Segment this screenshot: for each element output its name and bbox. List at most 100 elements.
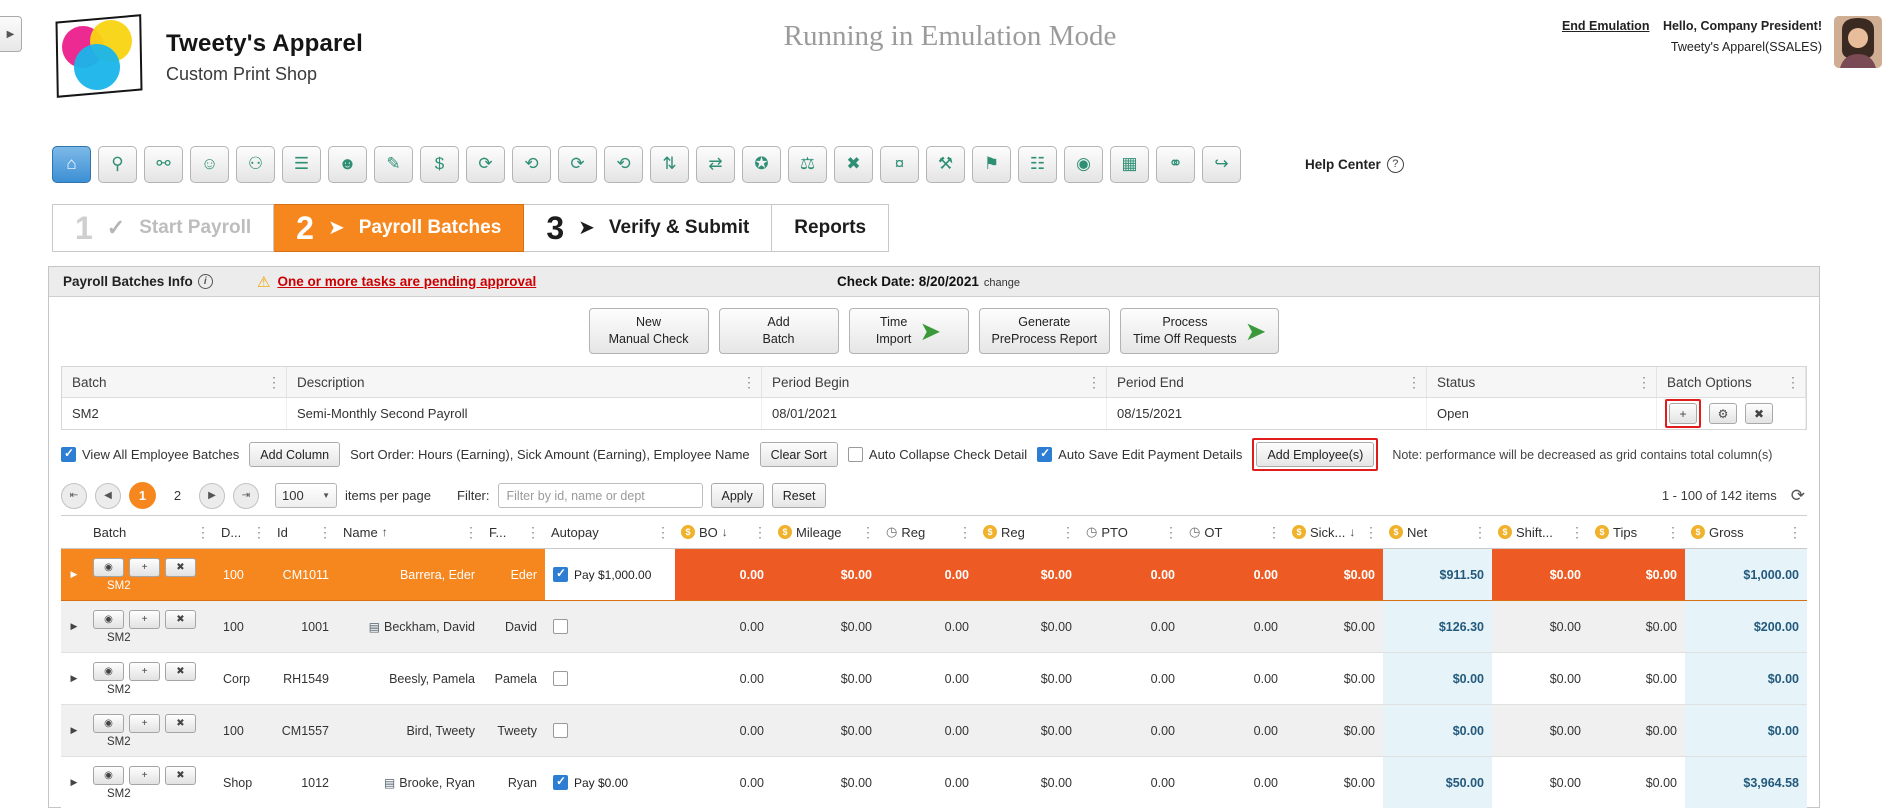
batch-col-options[interactable]: Batch Options ⋮ — [1657, 367, 1806, 397]
toolbar-pay-history-button[interactable]: ⟲ — [604, 145, 643, 183]
user-avatar[interactable] — [1834, 16, 1882, 68]
column-menu-icon[interactable]: ⋮ — [1788, 524, 1802, 541]
row-expander[interactable]: ▶ — [61, 653, 87, 704]
cell-autopay[interactable]: Pay $0.00 — [545, 757, 675, 808]
toolbar-person-flag-button[interactable]: ⚑ — [972, 145, 1011, 183]
toolbar-fingerprint-clock-button[interactable]: ◉ — [1064, 145, 1103, 183]
add-check-button[interactable]: + — [129, 661, 160, 681]
toolbar-pay-cycle-button[interactable]: ⟳ — [466, 145, 505, 183]
view-all-checkbox[interactable] — [61, 446, 76, 462]
clear-sort-button[interactable]: Clear Sort — [759, 442, 838, 467]
column-menu-icon[interactable]: ⋮ — [1164, 524, 1178, 541]
eg-col-pto[interactable]: ◷ PTO ⋮ — [1080, 516, 1183, 548]
auto-save-checkbox[interactable] — [1037, 446, 1053, 462]
row-expander[interactable]: ▶ — [61, 601, 87, 652]
toolbar-contractors-button[interactable]: ⚒ — [926, 145, 965, 183]
add-employees-button[interactable]: Add Employee(s) — [1256, 442, 1375, 467]
column-menu-icon[interactable]: ⋮ — [196, 524, 210, 541]
column-menu-icon[interactable]: ⋮ — [267, 374, 281, 391]
refresh-icon[interactable]: ⟳ — [1791, 486, 1805, 506]
remove-check-button[interactable]: ✖ — [165, 609, 196, 629]
toolbar-employee-groups-button[interactable]: ⚇ — [236, 145, 275, 183]
auto-save-option[interactable]: Auto Save Edit Payment Details — [1037, 446, 1242, 462]
add-check-button[interactable]: + — [129, 765, 160, 785]
cell-autopay[interactable]: Pay $1,000.00 — [545, 549, 675, 600]
eg-col-batch[interactable]: Batch ⋮ — [87, 516, 215, 548]
row-expander[interactable]: ▶ — [61, 549, 87, 600]
end-emulation-link[interactable]: End Emulation — [1562, 19, 1650, 33]
column-menu-icon[interactable]: ⋮ — [1786, 374, 1800, 391]
time-import-button[interactable]: Time Import ➤ — [848, 308, 969, 354]
employee-row[interactable]: ▶ ◉ + ✖ SM2 100 1001 ▤ Beckham, David Da… — [61, 601, 1807, 653]
autopay-checkbox[interactable] — [553, 619, 568, 634]
eg-col-gross[interactable]: $ Gross ⋮ — [1685, 516, 1807, 548]
generate-preprocess-report-button[interactable]: Generate PreProcess Report — [978, 308, 1111, 354]
toolbar-payroll-money-button[interactable]: $ — [420, 145, 459, 183]
column-menu-icon[interactable]: ⋮ — [1267, 524, 1281, 541]
column-menu-icon[interactable]: ⋮ — [1407, 374, 1421, 391]
cell-autopay[interactable] — [545, 601, 675, 652]
toolbar-team-pair-button[interactable]: ⚭ — [1156, 145, 1195, 183]
column-menu-icon[interactable]: ⋮ — [753, 524, 767, 541]
employee-row[interactable]: ▶ ◉ + ✖ SM2 Shop 1012 ▤ Brooke, Ryan Rya… — [61, 757, 1807, 808]
column-menu-icon[interactable]: ⋮ — [1570, 524, 1584, 541]
auto-collapse-checkbox[interactable] — [847, 447, 863, 462]
first-page-button[interactable]: ⇤ — [61, 482, 87, 509]
eg-col-reg-amount[interactable]: $ Reg ⋮ — [977, 516, 1080, 548]
add-check-button[interactable]: + — [129, 609, 160, 629]
row-expander[interactable]: ▶ — [61, 757, 87, 808]
eg-col-reg-hours[interactable]: ◷ Reg ⋮ — [880, 516, 977, 548]
auto-collapse-option[interactable]: Auto Collapse Check Detail — [847, 447, 1027, 462]
page-2-button[interactable]: 2 — [164, 482, 191, 509]
toolbar-user-remove-button[interactable]: ✖ — [834, 145, 873, 183]
remove-check-button[interactable]: ✖ — [165, 661, 196, 681]
eg-col-ot[interactable]: ◷ OT ⋮ — [1183, 516, 1286, 548]
toolbar-new-hire-button[interactable]: ☺ — [190, 145, 229, 183]
toolbar-org-chart-button[interactable]: ⚯ — [144, 145, 183, 183]
eg-col-first[interactable]: F... ⋮ — [483, 516, 545, 548]
column-menu-icon[interactable]: ⋮ — [742, 374, 756, 391]
toolbar-security-user-button[interactable]: ✪ — [742, 145, 781, 183]
batch-delete-button[interactable]: ✖ — [1745, 403, 1773, 424]
column-menu-icon[interactable]: ⋮ — [252, 524, 266, 541]
page-1-button[interactable]: 1 — [129, 482, 156, 509]
view-all-batches-option[interactable]: View All Employee Batches — [61, 446, 239, 462]
wizard-step-payroll-batches[interactable]: 2 ➤ Payroll Batches — [274, 204, 525, 252]
eg-col-id[interactable]: Id ⋮ — [271, 516, 337, 548]
reset-filter-button[interactable]: Reset — [771, 483, 827, 508]
toolbar-team-list-button[interactable]: ☰ — [282, 145, 321, 183]
remove-check-button[interactable]: ✖ — [165, 765, 196, 785]
toolbar-benefits-button[interactable]: ▦ — [1110, 145, 1149, 183]
process-time-off-requests-button[interactable]: Process Time Off Requests ➤ — [1120, 308, 1280, 354]
column-menu-icon[interactable]: ⋮ — [1087, 374, 1101, 391]
toolbar-time-import-button[interactable]: ⇅ — [650, 145, 689, 183]
autopay-checkbox[interactable] — [553, 774, 568, 790]
eg-col-mileage[interactable]: $ Mileage ⋮ — [772, 516, 880, 548]
eg-col-shift[interactable]: $ Shift... ⋮ — [1492, 516, 1589, 548]
wizard-step-verify-submit[interactable]: 3 ➤ Verify & Submit — [524, 204, 773, 252]
view-check-button[interactable]: ◉ — [93, 557, 124, 577]
page-size-select[interactable]: 100 ▼ — [275, 483, 337, 508]
add-batch-button[interactable]: Add Batch — [718, 308, 839, 354]
batch-col-period-begin[interactable]: Period Begin ⋮ — [762, 367, 1107, 397]
view-check-button[interactable]: ◉ — [93, 661, 124, 681]
eg-col-sick[interactable]: $ Sick... ↓ ⋮ — [1286, 516, 1383, 548]
column-menu-icon[interactable]: ⋮ — [958, 524, 972, 541]
column-menu-icon[interactable]: ⋮ — [1666, 524, 1680, 541]
eg-col-bo[interactable]: $ BO ↓ ⋮ — [675, 516, 772, 548]
autopay-checkbox[interactable] — [553, 671, 568, 686]
pending-approval-link[interactable]: One or more tasks are pending approval — [277, 274, 536, 289]
remove-check-button[interactable]: ✖ — [165, 557, 196, 577]
toolbar-pay-schedule-button[interactable]: ⟲ — [512, 145, 551, 183]
toolbar-employee-search-button[interactable]: ⚲ — [98, 145, 137, 183]
batch-row[interactable]: SM2 Semi-Monthly Second Payroll 08/01/20… — [62, 398, 1806, 429]
help-center-button[interactable]: Help Center ? — [1305, 155, 1404, 173]
column-menu-icon[interactable]: ⋮ — [1364, 524, 1378, 541]
column-menu-icon[interactable]: ⋮ — [464, 524, 478, 541]
toolbar-employee-profile-button[interactable]: ☻ — [328, 145, 367, 183]
column-menu-icon[interactable]: ⋮ — [1061, 524, 1075, 541]
new-manual-check-button[interactable]: New Manual Check — [588, 308, 709, 354]
view-check-button[interactable]: ◉ — [93, 713, 124, 733]
column-menu-icon[interactable]: ⋮ — [861, 524, 875, 541]
wizard-step-start-payroll[interactable]: 1 ✓ Start Payroll — [52, 204, 275, 252]
